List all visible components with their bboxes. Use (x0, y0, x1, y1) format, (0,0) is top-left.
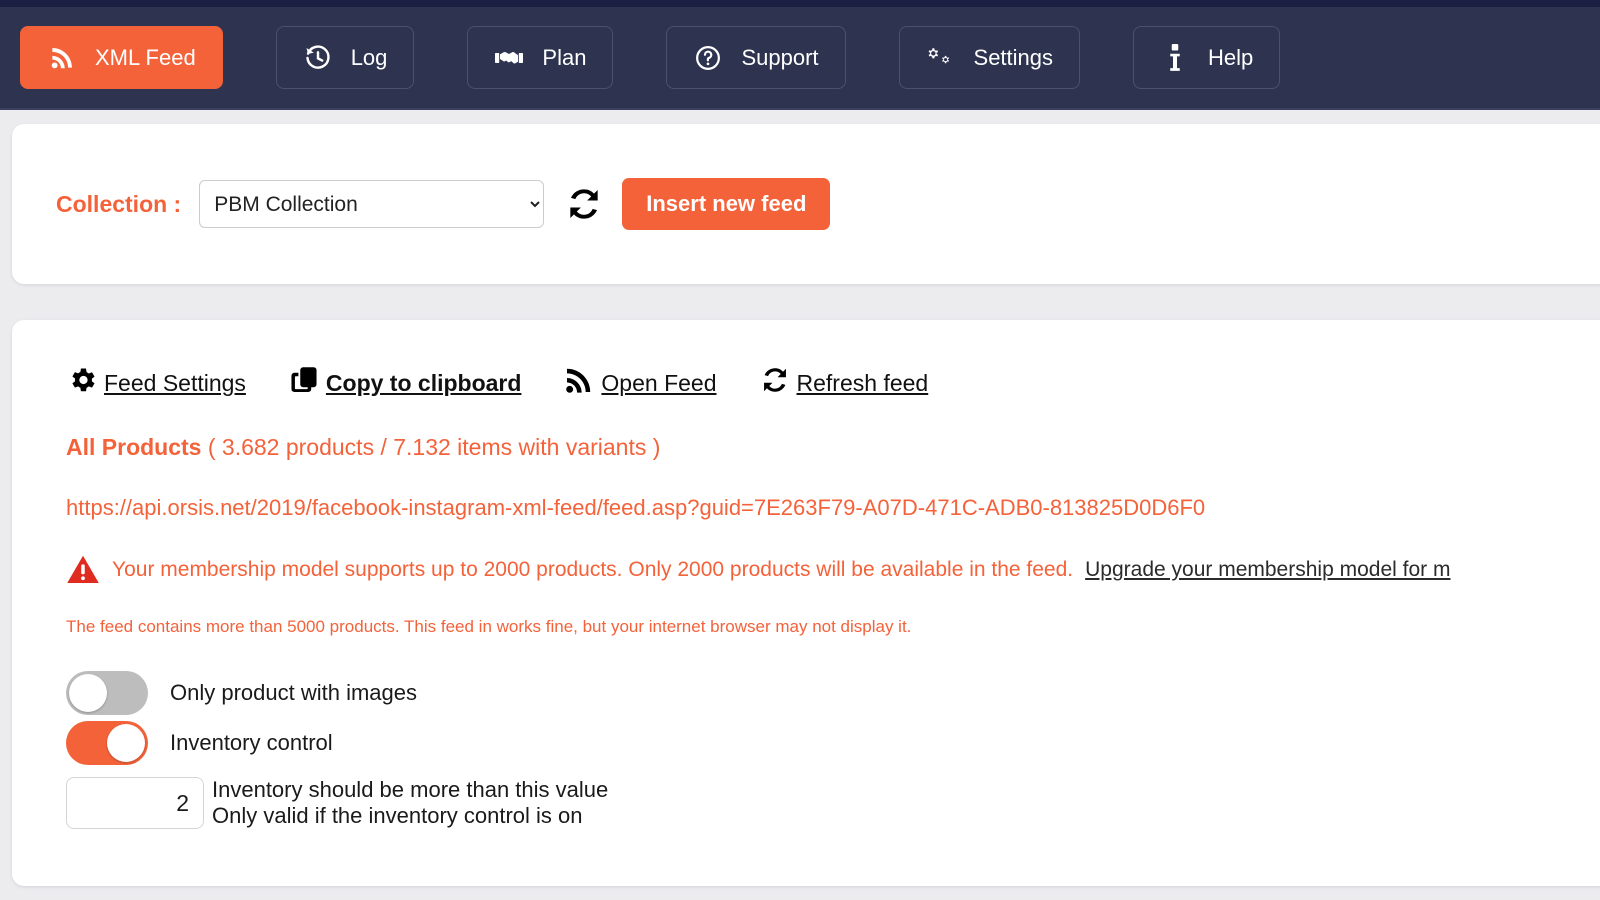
action-label: Copy to clipboard (325, 369, 522, 396)
nav-label: Support (741, 44, 819, 70)
inventory-threshold-row: Inventory should be more than this value… (66, 777, 1600, 829)
collection-select[interactable]: PBM Collection (199, 180, 545, 228)
refresh-collection-icon[interactable] (564, 184, 604, 224)
feed-panel-card: Feed Settings Copy to clipboard Open Fee… (12, 320, 1600, 886)
collection-label: Collection : (56, 190, 182, 217)
inventory-threshold-description: Inventory should be more than this value… (212, 777, 608, 829)
insert-new-feed-button[interactable]: Insert new feed (622, 178, 831, 230)
info-i-icon (1160, 43, 1190, 73)
toggle-knob (107, 724, 145, 762)
nav-label: XML Feed (95, 44, 196, 70)
products-counts: ( 3.682 products / 7.132 items with vari… (207, 434, 661, 460)
gear-icon (66, 364, 98, 396)
open-feed-link[interactable]: Open Feed (563, 364, 717, 396)
action-label: Refresh feed (796, 369, 929, 396)
inventory-desc-line-2: Only valid if the inventory control is o… (212, 803, 583, 828)
refresh-feed-link[interactable]: Refresh feed (759, 364, 929, 396)
nav-item-log[interactable]: Log (275, 26, 415, 89)
nav-label: Log (350, 44, 388, 70)
upgrade-membership-link[interactable]: Upgrade your membership model for m (1085, 558, 1450, 582)
nav-item-help[interactable]: Help (1133, 26, 1281, 89)
products-summary: All Products ( 3.682 products / 7.132 it… (66, 434, 1600, 461)
warning-text: Your membership model supports up to 200… (112, 557, 1074, 581)
collection-card: Collection : PBM Collection Insert new f… (12, 124, 1600, 284)
feed-url[interactable]: https://api.orsis.net/2019/facebook-inst… (66, 495, 1600, 521)
nav-item-settings[interactable]: Settings (898, 26, 1081, 89)
nav-item-xml-feed[interactable]: XML Feed (20, 26, 223, 89)
nav-item-plan[interactable]: Plan (467, 26, 614, 89)
toggle-label: Only product with images (170, 680, 417, 705)
inventory-control-toggle[interactable] (66, 721, 148, 765)
feed-actions-row: Feed Settings Copy to clipboard Open Fee… (66, 364, 1600, 396)
copy-icon (288, 364, 320, 396)
rss-icon (47, 43, 77, 73)
copy-to-clipboard-link[interactable]: Copy to clipboard (288, 364, 522, 396)
handshake-icon (494, 43, 524, 73)
gears-icon (926, 43, 956, 73)
toggle-row-inventory-control: Inventory control (66, 721, 1600, 765)
nav-label: Settings (973, 44, 1054, 70)
page-body: Collection : PBM Collection Insert new f… (0, 124, 1600, 886)
collection-row: Collection : PBM Collection Insert new f… (56, 178, 831, 230)
toggle-row-only-product-with-images: Only product with images (66, 671, 1600, 715)
only-product-with-images-toggle[interactable] (66, 671, 148, 715)
nav-label: Help (1208, 44, 1254, 70)
top-accent-strip (0, 0, 1600, 7)
nav-label: Plan (542, 44, 587, 70)
refresh-icon (759, 364, 791, 396)
inventory-desc-line-1: Inventory should be more than this value (212, 777, 609, 803)
membership-warning: Your membership model supports up to 200… (66, 554, 1600, 585)
toggle-knob (69, 674, 107, 712)
question-circle-icon (693, 43, 723, 73)
toggle-label: Inventory control (170, 730, 333, 755)
feed-settings-link[interactable]: Feed Settings (66, 364, 246, 396)
rss-icon (563, 364, 595, 396)
action-label: Open Feed (601, 369, 717, 396)
feed-size-note: The feed contains more than 5000 product… (66, 617, 912, 636)
warning-triangle-icon (66, 554, 100, 585)
action-label: Feed Settings (104, 369, 246, 396)
main-navigation-bar: XML Feed Log Plan Support Settings Help (0, 7, 1600, 110)
inventory-threshold-input[interactable] (66, 777, 204, 829)
nav-item-support[interactable]: Support (666, 26, 846, 89)
products-title: All Products (66, 434, 202, 460)
history-clock-icon (303, 43, 333, 73)
